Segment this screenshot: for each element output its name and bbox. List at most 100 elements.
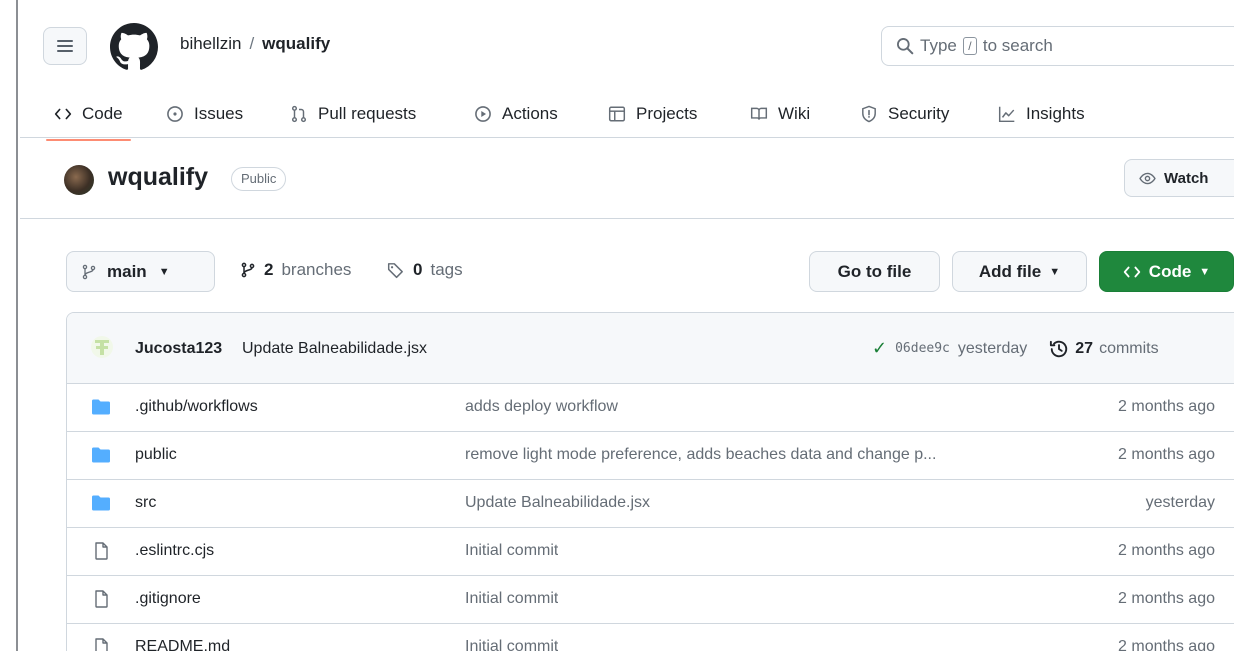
file-commit-message[interactable]: Update Balneabilidade.jsx bbox=[465, 494, 650, 512]
branches-label: branches bbox=[281, 260, 352, 279]
file-row[interactable]: README.md Initial commit 2 months ago bbox=[67, 624, 1234, 651]
search-input[interactable]: Type / to search bbox=[881, 26, 1234, 66]
tab-label: Projects bbox=[636, 104, 698, 123]
breadcrumb: bihellzin / wqualify bbox=[180, 34, 330, 54]
pull-request-icon bbox=[291, 105, 307, 123]
breadcrumb-separator: / bbox=[249, 34, 255, 53]
owner-avatar[interactable] bbox=[64, 165, 94, 195]
search-suffix: to search bbox=[982, 36, 1053, 55]
tags-label: tags bbox=[430, 260, 463, 279]
hamburger-icon bbox=[57, 37, 73, 55]
hamburger-menu-button[interactable] bbox=[43, 27, 87, 65]
tags-link[interactable]: 0 tags bbox=[387, 260, 463, 280]
shield-icon bbox=[862, 105, 876, 123]
tab-insights[interactable]: Insights bbox=[998, 96, 1085, 132]
graph-icon bbox=[998, 106, 1015, 123]
repo-link[interactable]: wqualify bbox=[262, 34, 330, 54]
github-repo-page: bihellzin / wqualify Type / to search Co… bbox=[20, 0, 1234, 651]
code-dropdown-button[interactable]: Code ▼ bbox=[1099, 251, 1234, 292]
commit-sha[interactable]: 06dee9c bbox=[895, 341, 950, 356]
branch-icon bbox=[241, 262, 255, 278]
check-icon[interactable]: ✓ bbox=[872, 338, 887, 359]
tab-issues[interactable]: Issues bbox=[166, 96, 243, 132]
tab-actions[interactable]: Actions bbox=[474, 96, 558, 132]
file-age: 2 months ago bbox=[1118, 638, 1215, 651]
folder-icon bbox=[92, 447, 110, 463]
file-row[interactable]: public remove light mode preference, add… bbox=[67, 432, 1234, 480]
tab-label: Security bbox=[888, 104, 950, 123]
file-age: 2 months ago bbox=[1118, 590, 1215, 607]
file-icon bbox=[95, 590, 108, 608]
file-commit-message[interactable]: remove light mode preference, adds beach… bbox=[465, 446, 936, 464]
commit-message[interactable]: Update Balneabilidade.jsx bbox=[242, 340, 427, 358]
latest-commit-bar: Jucosta123 Update Balneabilidade.jsx ✓ 0… bbox=[67, 313, 1234, 384]
chevron-down-icon: ▼ bbox=[158, 265, 170, 278]
file-list: .github/workflows adds deploy workflow 2… bbox=[67, 384, 1234, 651]
tab-code[interactable]: Code bbox=[46, 96, 131, 141]
global-header: bihellzin / wqualify Type / to search bbox=[20, 0, 1234, 88]
eye-icon bbox=[1139, 172, 1156, 184]
tab-wiki[interactable]: Wiki bbox=[750, 96, 810, 132]
branch-selector-button[interactable]: main ▼ bbox=[66, 251, 215, 292]
file-name[interactable]: .github/workflows bbox=[135, 398, 258, 416]
file-commit-message[interactable]: Initial commit bbox=[465, 542, 558, 560]
window-left-edge bbox=[0, 0, 18, 651]
go-to-file-label: Go to file bbox=[837, 261, 912, 281]
file-row[interactable]: .eslintrc.cjs Initial commit 2 months ag… bbox=[67, 528, 1234, 576]
file-commit-message[interactable]: Initial commit bbox=[465, 638, 558, 651]
add-file-label: Add file bbox=[978, 261, 1042, 281]
tab-security[interactable]: Security bbox=[860, 96, 949, 132]
code-icon bbox=[1123, 266, 1141, 277]
commit-time: yesterday bbox=[957, 339, 1028, 357]
file-browser: Jucosta123 Update Balneabilidade.jsx ✓ 0… bbox=[66, 312, 1234, 651]
tab-label: Insights bbox=[1026, 104, 1085, 123]
repo-nav: Code Issues Pull requests Actions Projec… bbox=[20, 88, 1234, 141]
file-row[interactable]: .github/workflows adds deploy workflow 2… bbox=[67, 384, 1234, 432]
issue-icon bbox=[167, 106, 183, 122]
file-name[interactable]: public bbox=[135, 446, 177, 464]
branches-link[interactable]: 2 branches bbox=[240, 260, 351, 280]
file-commit-message[interactable]: adds deploy workflow bbox=[465, 398, 618, 416]
tab-label: Code bbox=[82, 104, 123, 123]
commits-count: 27 bbox=[1075, 339, 1094, 357]
tag-icon bbox=[387, 263, 403, 279]
file-icon bbox=[95, 542, 108, 560]
file-age: 2 months ago bbox=[1118, 446, 1215, 463]
code-icon bbox=[54, 108, 72, 120]
search-icon bbox=[897, 38, 914, 55]
table-icon bbox=[608, 106, 626, 122]
page-title[interactable]: wqualify bbox=[108, 163, 208, 192]
github-logo-icon[interactable] bbox=[110, 23, 158, 71]
commit-meta: ✓ 06dee9c yesterday 27 commits bbox=[872, 338, 1159, 359]
tab-projects[interactable]: Projects bbox=[608, 96, 697, 132]
tab-label: Pull requests bbox=[318, 104, 417, 123]
owner-link[interactable]: bihellzin bbox=[180, 34, 241, 54]
file-name[interactable]: .gitignore bbox=[135, 590, 201, 608]
history-icon bbox=[1050, 340, 1068, 357]
file-icon bbox=[95, 638, 108, 651]
watch-button[interactable]: Watch bbox=[1124, 159, 1234, 197]
search-shortcut-key: / bbox=[962, 37, 977, 55]
chevron-down-icon: ▼ bbox=[1199, 265, 1211, 278]
tags-count: 0 bbox=[413, 260, 423, 279]
file-commit-message[interactable]: Initial commit bbox=[465, 590, 558, 608]
tab-pull-requests[interactable]: Pull requests bbox=[290, 96, 416, 132]
commits-link[interactable]: 27 commits bbox=[1049, 339, 1159, 359]
go-to-file-button[interactable]: Go to file bbox=[809, 251, 940, 292]
commit-author[interactable]: Jucosta123 bbox=[135, 340, 222, 358]
commit-author-avatar[interactable] bbox=[91, 336, 113, 358]
file-row[interactable]: src Update Balneabilidade.jsx yesterday bbox=[67, 480, 1234, 528]
book-icon bbox=[750, 107, 768, 120]
file-name[interactable]: .eslintrc.cjs bbox=[135, 542, 214, 560]
code-button-label: Code bbox=[1148, 261, 1192, 281]
file-row[interactable]: .gitignore Initial commit 2 months ago bbox=[67, 576, 1234, 624]
chevron-down-icon: ▼ bbox=[1049, 265, 1061, 278]
file-age: yesterday bbox=[1145, 494, 1215, 511]
search-prefix: Type bbox=[920, 36, 957, 55]
add-file-button[interactable]: Add file ▼ bbox=[952, 251, 1087, 292]
tab-label: Actions bbox=[502, 104, 558, 123]
file-name[interactable]: README.md bbox=[135, 638, 230, 651]
branch-name: main bbox=[107, 261, 147, 281]
tab-label: Wiki bbox=[778, 104, 811, 123]
file-name[interactable]: src bbox=[135, 494, 156, 512]
